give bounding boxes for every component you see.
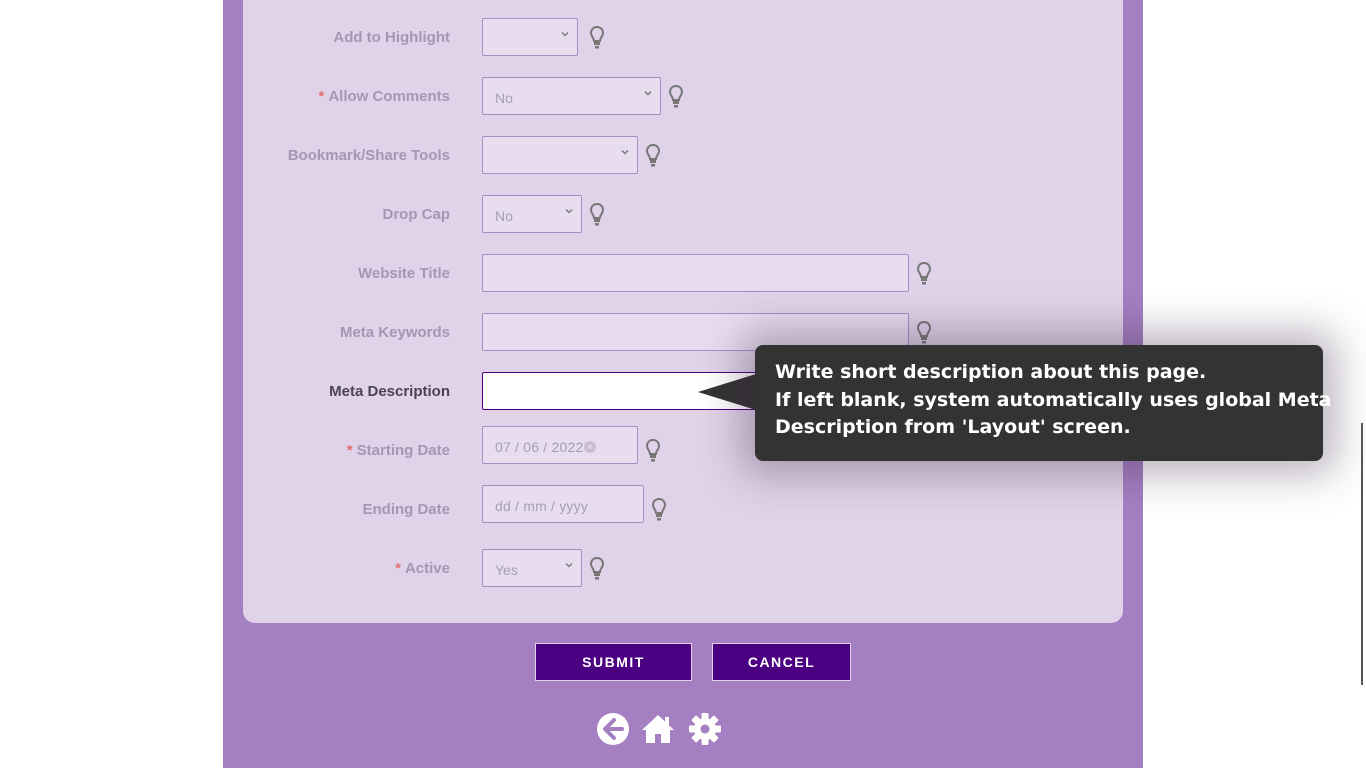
- tooltip-arrow: [698, 374, 756, 410]
- form-row-drop-cap: Drop Cap No: [243, 195, 1123, 235]
- allow-comments-label: * Allow Comments: [318, 88, 450, 105]
- starting-date-input[interactable]: 07 / 06 / 2022 ×: [482, 426, 638, 464]
- chevron-down-icon: [565, 209, 573, 214]
- lightbulb-help-icon[interactable]: [917, 321, 931, 345]
- form-row-bookmark-share-tools: Bookmark/Share Tools: [243, 136, 1123, 176]
- home-icon[interactable]: [641, 712, 675, 746]
- drop-cap-label: Drop Cap: [382, 206, 451, 223]
- chevron-down-icon: [621, 150, 629, 155]
- gear-icon[interactable]: [688, 712, 722, 746]
- form-row-ending-date: Ending Date dd / mm / yyyy: [243, 485, 1123, 525]
- chevron-down-icon: [565, 563, 573, 568]
- meta-description-label: Meta Description: [329, 383, 450, 400]
- tooltip-line: Description from 'Layout' screen.: [775, 416, 1131, 438]
- lightbulb-help-icon[interactable]: [590, 203, 604, 227]
- bookmark-share-tools-label: Bookmark/Share Tools: [287, 147, 450, 164]
- chevron-down-icon: [644, 91, 652, 96]
- meta-keywords-label: Meta Keywords: [339, 324, 450, 341]
- ending-date-label: Ending Date: [362, 501, 450, 518]
- lightbulb-help-icon[interactable]: [590, 26, 604, 50]
- starting-date-label: * Starting Date: [346, 442, 450, 459]
- lightbulb-help-icon[interactable]: [646, 144, 660, 168]
- cancel-button[interactable]: CANCEL: [712, 643, 851, 681]
- clear-date-icon[interactable]: ×: [584, 441, 596, 453]
- submit-button[interactable]: SUBMIT: [535, 643, 692, 681]
- chevron-down-icon: [561, 32, 569, 37]
- form-row-website-title: Website Title: [243, 254, 1123, 294]
- active-label: * Active: [395, 560, 450, 577]
- lightbulb-help-icon[interactable]: [590, 557, 604, 581]
- form-row-active: * Active Yes: [243, 549, 1123, 589]
- add-to-highlight-label: Add to Highlight: [333, 29, 450, 46]
- allow-comments-select[interactable]: No: [482, 77, 661, 115]
- lightbulb-help-icon[interactable]: [652, 498, 666, 522]
- lightbulb-help-icon[interactable]: [669, 85, 683, 109]
- website-title-label: Website Title: [358, 265, 450, 282]
- tooltip-line: Write short description about this page.: [775, 361, 1207, 383]
- form-row-allow-comments: * Allow Comments No: [243, 77, 1123, 117]
- active-select[interactable]: Yes: [482, 549, 582, 587]
- website-title-input[interactable]: [482, 254, 909, 292]
- drop-cap-select[interactable]: No: [482, 195, 582, 233]
- lightbulb-help-icon[interactable]: [646, 439, 660, 463]
- bookmark-share-tools-select[interactable]: [482, 136, 638, 174]
- scrollbar[interactable]: [1361, 423, 1363, 685]
- ending-date-input[interactable]: dd / mm / yyyy: [482, 485, 644, 523]
- add-to-highlight-select[interactable]: [482, 18, 578, 56]
- back-arrow-icon[interactable]: [596, 712, 630, 746]
- tooltip-line: If left blank, system automatically uses…: [775, 388, 1332, 411]
- lightbulb-help-icon[interactable]: [917, 262, 931, 286]
- meta-description-tooltip: Write short description about this page.…: [755, 345, 1332, 461]
- form-row-add-to-highlight: Add to Highlight: [243, 18, 1123, 58]
